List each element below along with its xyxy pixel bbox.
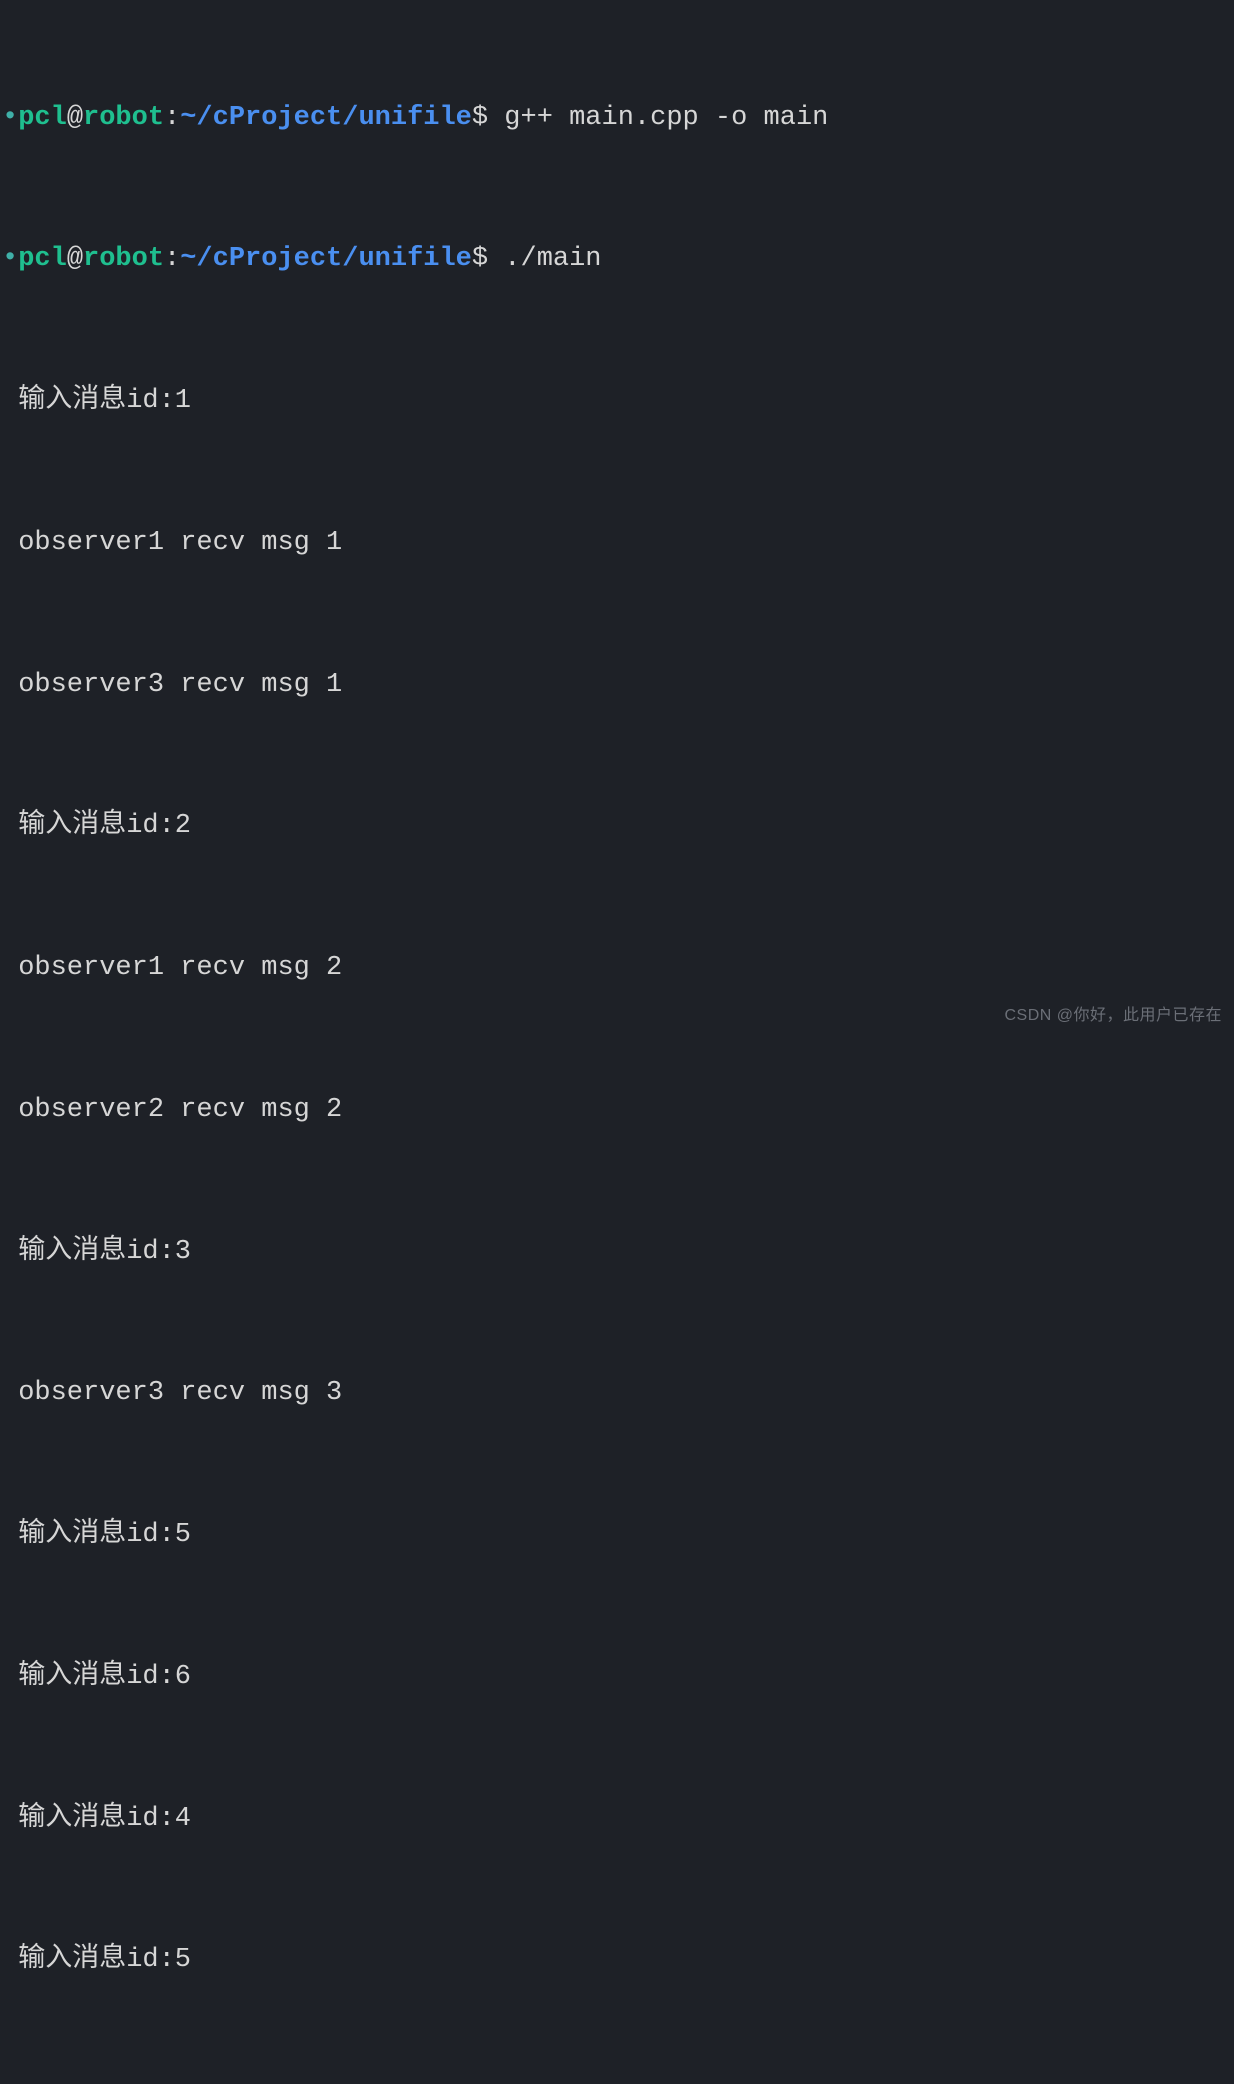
output-line: 输入消息id:3 bbox=[0, 1229, 1234, 1276]
prompt-user: pcl bbox=[18, 103, 67, 133]
output-line: 输入消息id:6 bbox=[0, 1654, 1234, 1701]
bullet-icon: • bbox=[2, 103, 18, 133]
output-line: observer2 recv msg 2 bbox=[0, 1087, 1234, 1134]
output-line: observer1 recv msg 2 bbox=[0, 945, 1234, 992]
output-line: observer3 recv msg 1 bbox=[0, 662, 1234, 709]
prompt-colon: : bbox=[164, 244, 180, 274]
prompt-line-2: •pcl@robot:~/cProject/unifile$ ./main bbox=[0, 236, 1234, 283]
bullet-icon: • bbox=[2, 244, 18, 274]
prompt-path: ~/cProject/unifile bbox=[180, 103, 472, 133]
command-compile: g++ main.cpp -o main bbox=[504, 103, 828, 133]
watermark-text: CSDN @你好，此用户已存在 bbox=[1004, 1002, 1222, 1030]
prompt-dollar: $ bbox=[472, 244, 488, 274]
prompt-line-1: •pcl@robot:~/cProject/unifile$ g++ main.… bbox=[0, 95, 1234, 142]
output-line: 输入消息id:4 bbox=[0, 1796, 1234, 1843]
output-line: 输入消息id:2 bbox=[0, 803, 1234, 850]
output-line: 输入消息id:1 bbox=[0, 378, 1234, 425]
prompt-at: @ bbox=[67, 244, 83, 274]
output-line: 输入消息id:5 bbox=[0, 1937, 1234, 1984]
prompt-colon: : bbox=[164, 103, 180, 133]
prompt-path: ~/cProject/unifile bbox=[180, 244, 472, 274]
output-line: observer3 recv msg 3 bbox=[0, 1370, 1234, 1417]
command-run: ./main bbox=[504, 244, 601, 274]
prompt-dollar: $ bbox=[472, 103, 488, 133]
prompt-user: pcl bbox=[18, 244, 67, 274]
output-line: 输入消息id:3 bbox=[0, 2079, 1234, 2084]
terminal-window[interactable]: •pcl@robot:~/cProject/unifile$ g++ main.… bbox=[0, 0, 1234, 2084]
output-line: observer1 recv msg 1 bbox=[0, 520, 1234, 567]
prompt-at: @ bbox=[67, 103, 83, 133]
prompt-host: robot bbox=[83, 103, 164, 133]
output-line: 输入消息id:5 bbox=[0, 1512, 1234, 1559]
prompt-host: robot bbox=[83, 244, 164, 274]
